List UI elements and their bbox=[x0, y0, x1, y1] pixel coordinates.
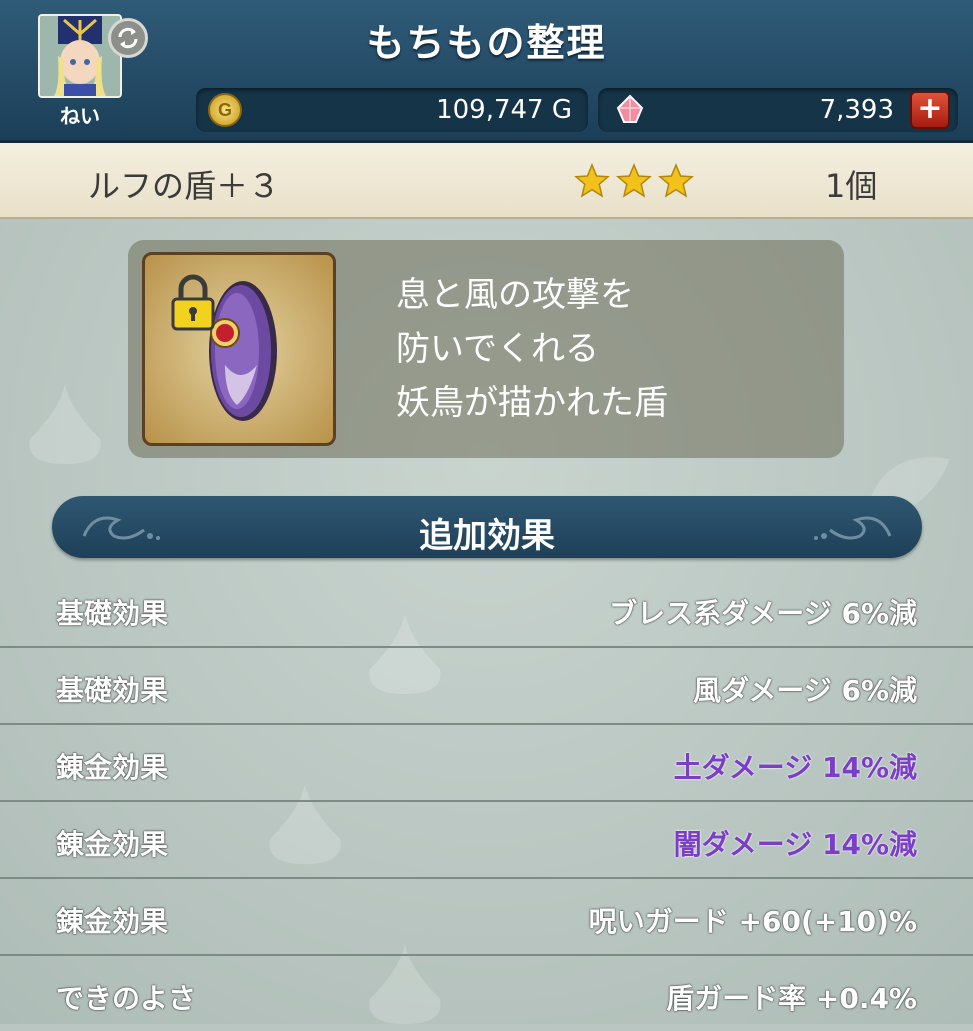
effect-value: ブレス系ダメージ 6%減 bbox=[609, 597, 917, 630]
lock-icon bbox=[171, 274, 215, 331]
effect-value: 風ダメージ 6%減 bbox=[693, 674, 917, 707]
effect-label: できのよさ bbox=[56, 982, 197, 1015]
effect-label: 錬金効果 bbox=[56, 751, 169, 784]
slime-silhouette-icon bbox=[29, 384, 101, 464]
gold-display: G 109,747 G bbox=[196, 88, 588, 132]
gem-icon bbox=[616, 94, 644, 123]
item-name: ルフの盾＋３ bbox=[88, 167, 281, 205]
effect-value: 呪いガード +60(+10)% bbox=[588, 905, 917, 938]
shield-icon bbox=[209, 281, 277, 421]
effect-label: 錬金効果 bbox=[56, 828, 169, 861]
sync-icon[interactable] bbox=[108, 18, 148, 58]
effect-row: 基礎効果 ブレス系ダメージ 6%減 bbox=[0, 570, 973, 648]
description-line: 防いでくれる bbox=[396, 329, 599, 369]
effect-row: できのよさ 盾ガード率 +0.4% bbox=[0, 955, 973, 1031]
effects-title: 追加効果 bbox=[419, 516, 555, 556]
effects-header: 追加効果 bbox=[52, 496, 922, 558]
effect-row: 錬金効果 呪いガード +60(+10)% bbox=[0, 878, 973, 956]
description-line: 妖鳥が描かれた盾 bbox=[396, 383, 668, 423]
gem-display: 7,393 + bbox=[598, 88, 958, 132]
gold-coin-icon: G bbox=[208, 93, 242, 127]
gem-amount: 7,393 bbox=[819, 95, 894, 125]
page-title: もちもの整理 bbox=[366, 21, 607, 65]
star-icon bbox=[616, 163, 652, 198]
svg-text:G: G bbox=[218, 100, 232, 120]
star-rating bbox=[574, 163, 694, 199]
gold-amount: 109,747 G bbox=[436, 95, 572, 125]
effect-row: 基礎効果 風ダメージ 6%減 bbox=[0, 647, 973, 725]
header-bar: ねい もちもの整理 G 109,747 G 7,393 + bbox=[0, 0, 973, 143]
item-icon-frame[interactable] bbox=[142, 252, 336, 446]
item-count: 1個 bbox=[825, 167, 878, 205]
description-line: 息と風の攻撃を bbox=[396, 275, 634, 315]
effect-value: 闇ダメージ 14%減 bbox=[673, 828, 917, 861]
player-name: ねい bbox=[60, 104, 100, 128]
item-description-card: 息と風の攻撃を 防いでくれる 妖鳥が描かれた盾 bbox=[128, 240, 844, 458]
avatar[interactable] bbox=[38, 14, 122, 98]
plus-icon[interactable]: + bbox=[910, 91, 950, 129]
effect-label: 錬金効果 bbox=[56, 905, 169, 938]
effect-row: 錬金効果 闇ダメージ 14%減 bbox=[0, 801, 973, 879]
star-icon bbox=[658, 163, 694, 198]
item-bar: ルフの盾＋３ 1個 bbox=[0, 143, 973, 219]
effect-row: 錬金効果 土ダメージ 14%減 bbox=[0, 724, 973, 802]
item-description: 息と風の攻撃を 防いでくれる 妖鳥が描かれた盾 bbox=[396, 268, 826, 430]
effect-label: 基礎効果 bbox=[56, 674, 169, 707]
effect-value: 盾ガード率 +0.4% bbox=[666, 982, 917, 1015]
star-icon bbox=[574, 163, 610, 198]
effect-label: 基礎効果 bbox=[56, 597, 169, 630]
effect-value: 土ダメージ 14%減 bbox=[673, 751, 917, 784]
